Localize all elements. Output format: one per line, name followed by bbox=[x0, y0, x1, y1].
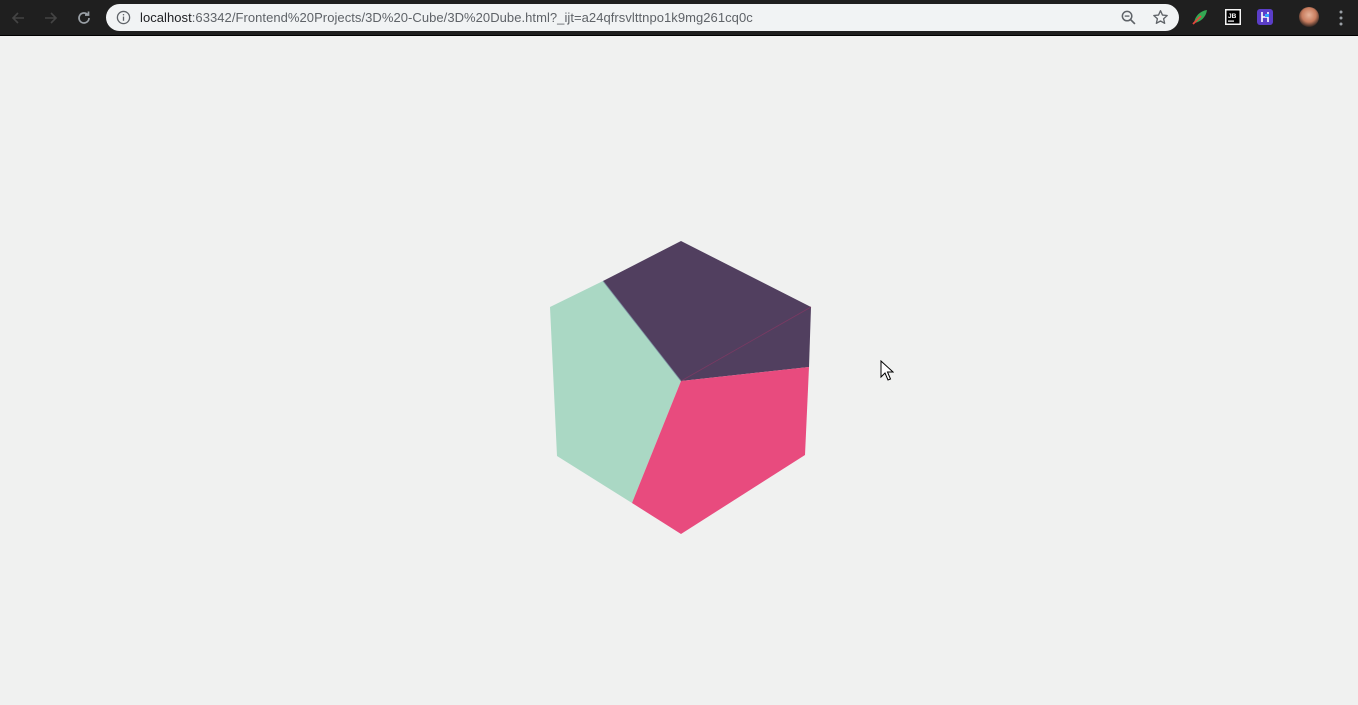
browser-toolbar: localhost:63342/Frontend%20Projects/3D%2… bbox=[0, 0, 1358, 36]
avatar[interactable] bbox=[1299, 7, 1319, 27]
reload-icon bbox=[78, 11, 90, 24]
cube bbox=[550, 241, 812, 534]
back-button[interactable] bbox=[8, 8, 28, 28]
url-path: :63342/Frontend%20Projects/3D%20-Cube/3D… bbox=[191, 10, 753, 25]
leaf-extension-icon[interactable] bbox=[1191, 8, 1209, 26]
reload-button[interactable] bbox=[74, 8, 94, 28]
url-host: localhost bbox=[140, 10, 192, 25]
page-canvas bbox=[0, 36, 1358, 705]
more-vert-icon[interactable] bbox=[1336, 9, 1346, 27]
svg-text:JB: JB bbox=[1228, 13, 1237, 20]
forward-arrow-icon bbox=[45, 12, 58, 24]
zoom-icon[interactable] bbox=[1120, 9, 1137, 26]
url-text[interactable]: localhost:63342/Frontend%20Projects/3D%2… bbox=[140, 4, 753, 31]
forward-button[interactable] bbox=[41, 8, 61, 28]
address-bar[interactable]: localhost:63342/Frontend%20Projects/3D%2… bbox=[106, 4, 1179, 31]
extension-icon[interactable] bbox=[1256, 8, 1274, 26]
star-icon[interactable] bbox=[1152, 9, 1169, 26]
info-icon[interactable] bbox=[116, 10, 131, 25]
back-arrow-icon bbox=[11, 12, 24, 24]
mouse-cursor-icon bbox=[880, 360, 894, 381]
jetbrains-extension-icon[interactable]: JB bbox=[1224, 8, 1242, 26]
